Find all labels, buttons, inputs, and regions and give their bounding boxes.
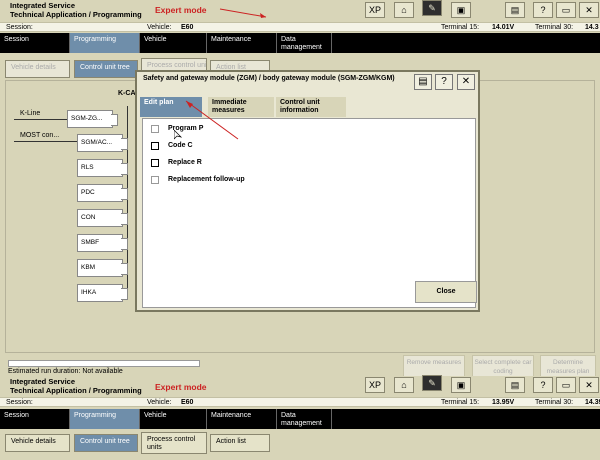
bottom-minimize-icon[interactable]: ▭ bbox=[556, 377, 576, 393]
edit-plan-panel: Program P Code C Replace R Replacement f… bbox=[142, 118, 477, 308]
replace-checkbox[interactable] bbox=[151, 159, 159, 167]
tab-control-unit-tree[interactable]: Control unit tree bbox=[74, 60, 138, 78]
expert-mode-label: Expert mode bbox=[155, 5, 207, 15]
tab-control-unit-information[interactable]: Control unit information bbox=[276, 97, 346, 117]
help-icon[interactable]: ? bbox=[533, 2, 553, 18]
red-arrow-icon bbox=[219, 8, 267, 18]
bottom-status-bar: Session: Vehicle: E60 Terminal 15: 13.95… bbox=[0, 397, 600, 407]
progress-bar bbox=[8, 360, 200, 367]
bottom-app-title-line1: Integrated Service bbox=[10, 377, 76, 386]
bottom-home-icon[interactable]: ⌂ bbox=[394, 377, 414, 393]
close-button[interactable]: Close bbox=[415, 281, 477, 303]
dialog-close-icon[interactable]: ✕ bbox=[457, 74, 475, 90]
bottom-tab-vehicle-details[interactable]: Vehicle details bbox=[5, 434, 70, 452]
bottom-tab-control-unit-tree[interactable]: Control unit tree bbox=[74, 434, 138, 452]
bottom-session-label: Session: bbox=[6, 399, 33, 406]
bottom-tab-process-control-units[interactable]: Process control units bbox=[141, 432, 207, 454]
select-car-coding-button[interactable]: Select complete car coding bbox=[472, 355, 534, 377]
node-ihka[interactable]: IHKA bbox=[77, 284, 128, 302]
minimize-icon[interactable]: ▭ bbox=[556, 2, 576, 18]
node-smbf[interactable]: SMBF bbox=[77, 234, 128, 252]
replacement-followup-checkbox[interactable] bbox=[151, 176, 159, 184]
tab-vehicle-details[interactable]: Vehicle details bbox=[5, 60, 70, 78]
diagnose-icon[interactable]: ▣ bbox=[451, 2, 471, 18]
dialog-title: Safety and gateway module (ZGM) / body g… bbox=[143, 75, 395, 82]
code-label: Code C bbox=[168, 142, 193, 149]
menu-maintenance[interactable]: Maintenance bbox=[207, 33, 277, 53]
bottom-tab-action-list[interactable]: Action list bbox=[210, 434, 270, 452]
bottom-terminal30-value: 14.39 bbox=[585, 399, 600, 406]
terminal15-label: Terminal 15: bbox=[441, 24, 480, 31]
app-title-line1: Integrated Service bbox=[10, 1, 76, 10]
bottom-close-icon[interactable]: ✕ bbox=[579, 377, 599, 393]
bottom-menu-maintenance[interactable]: Maintenance bbox=[207, 409, 277, 429]
mouse-cursor-icon bbox=[174, 130, 182, 140]
estimated-duration: Estimated run duration: Not available bbox=[8, 368, 123, 375]
app-title-line2: Technical Application / Programming bbox=[10, 10, 142, 19]
bottom-print-icon[interactable]: ▤ bbox=[505, 377, 525, 393]
bottom-wrench-icon[interactable]: ✎ bbox=[422, 375, 442, 391]
terminal30-value: 14.3 bbox=[585, 24, 599, 31]
close-icon[interactable]: ✕ bbox=[579, 2, 599, 18]
vehicle-label: Vehicle: bbox=[147, 24, 172, 31]
determine-measures-button[interactable]: Determine measures plan bbox=[540, 355, 596, 377]
print-icon[interactable]: ▤ bbox=[505, 2, 525, 18]
bottom-help-icon[interactable]: ? bbox=[533, 377, 553, 393]
bottom-diagnose-icon[interactable]: ▣ bbox=[451, 377, 471, 393]
tree-line bbox=[14, 119, 67, 120]
code-checkbox[interactable] bbox=[151, 142, 159, 150]
bottom-vehicle-value: E60 bbox=[181, 399, 194, 406]
home-icon[interactable]: ⌂ bbox=[394, 2, 414, 18]
kline-label: K-Line bbox=[20, 110, 41, 117]
node-sgm-zg[interactable]: SGM-ZG... bbox=[67, 110, 118, 128]
red-arrow-icon bbox=[185, 100, 239, 140]
dialog-print-icon[interactable]: ▤ bbox=[414, 74, 432, 90]
xp-icon[interactable]: XP bbox=[365, 2, 385, 18]
node-kbm[interactable]: KBM bbox=[77, 259, 128, 277]
bottom-terminal30-label: Terminal 30: bbox=[535, 399, 574, 406]
dialog-help-icon[interactable]: ? bbox=[435, 74, 453, 90]
node-rls[interactable]: RLS bbox=[77, 159, 128, 177]
replace-label: Replace R bbox=[168, 159, 202, 166]
bottom-menu-vehicle[interactable]: Vehicle bbox=[140, 409, 207, 429]
most-label: MOST con... bbox=[20, 132, 60, 139]
bottom-app-title-line2: Technical Application / Programming bbox=[10, 386, 142, 395]
bottom-main-menu: Session Programming Vehicle Maintenance … bbox=[0, 409, 600, 429]
terminal15-value: 14.01V bbox=[492, 24, 515, 31]
kca-label: K-CA bbox=[118, 90, 136, 97]
terminal30-label: Terminal 30: bbox=[535, 24, 574, 31]
replacement-followup-label: Replacement follow-up bbox=[168, 176, 245, 183]
vehicle-value: E60 bbox=[181, 24, 194, 31]
wrench-icon[interactable]: ✎ bbox=[422, 0, 442, 16]
node-pdc[interactable]: PDC bbox=[77, 184, 128, 202]
main-menu: Session Programming Vehicle Maintenance … bbox=[0, 33, 600, 53]
status-bar: Session: Vehicle: E60 Terminal 15: 14.01… bbox=[0, 22, 600, 32]
remove-measures-button[interactable]: Remove measures bbox=[403, 355, 465, 377]
bottom-expert-mode-label: Expert mode bbox=[155, 382, 207, 392]
session-label: Session: bbox=[6, 24, 33, 31]
bottom-menu-programming[interactable]: Programming bbox=[70, 409, 140, 429]
node-con[interactable]: CON bbox=[77, 209, 128, 227]
bottom-menu-data-management[interactable]: Data management bbox=[277, 409, 332, 429]
node-sgm-ac[interactable]: SGM/AC... bbox=[77, 134, 128, 152]
bottom-vehicle-label: Vehicle: bbox=[147, 399, 172, 406]
bottom-menu-session[interactable]: Session bbox=[0, 409, 70, 429]
menu-vehicle[interactable]: Vehicle bbox=[140, 33, 207, 53]
tree-line bbox=[14, 141, 77, 142]
menu-data-management[interactable]: Data management bbox=[277, 33, 332, 53]
menu-session[interactable]: Session bbox=[0, 33, 70, 53]
menu-programming[interactable]: Programming bbox=[70, 33, 140, 53]
program-checkbox[interactable] bbox=[151, 125, 159, 133]
bottom-xp-icon[interactable]: XP bbox=[365, 377, 385, 393]
bottom-terminal15-label: Terminal 15: bbox=[441, 399, 480, 406]
bottom-terminal15-value: 13.95V bbox=[492, 399, 515, 406]
